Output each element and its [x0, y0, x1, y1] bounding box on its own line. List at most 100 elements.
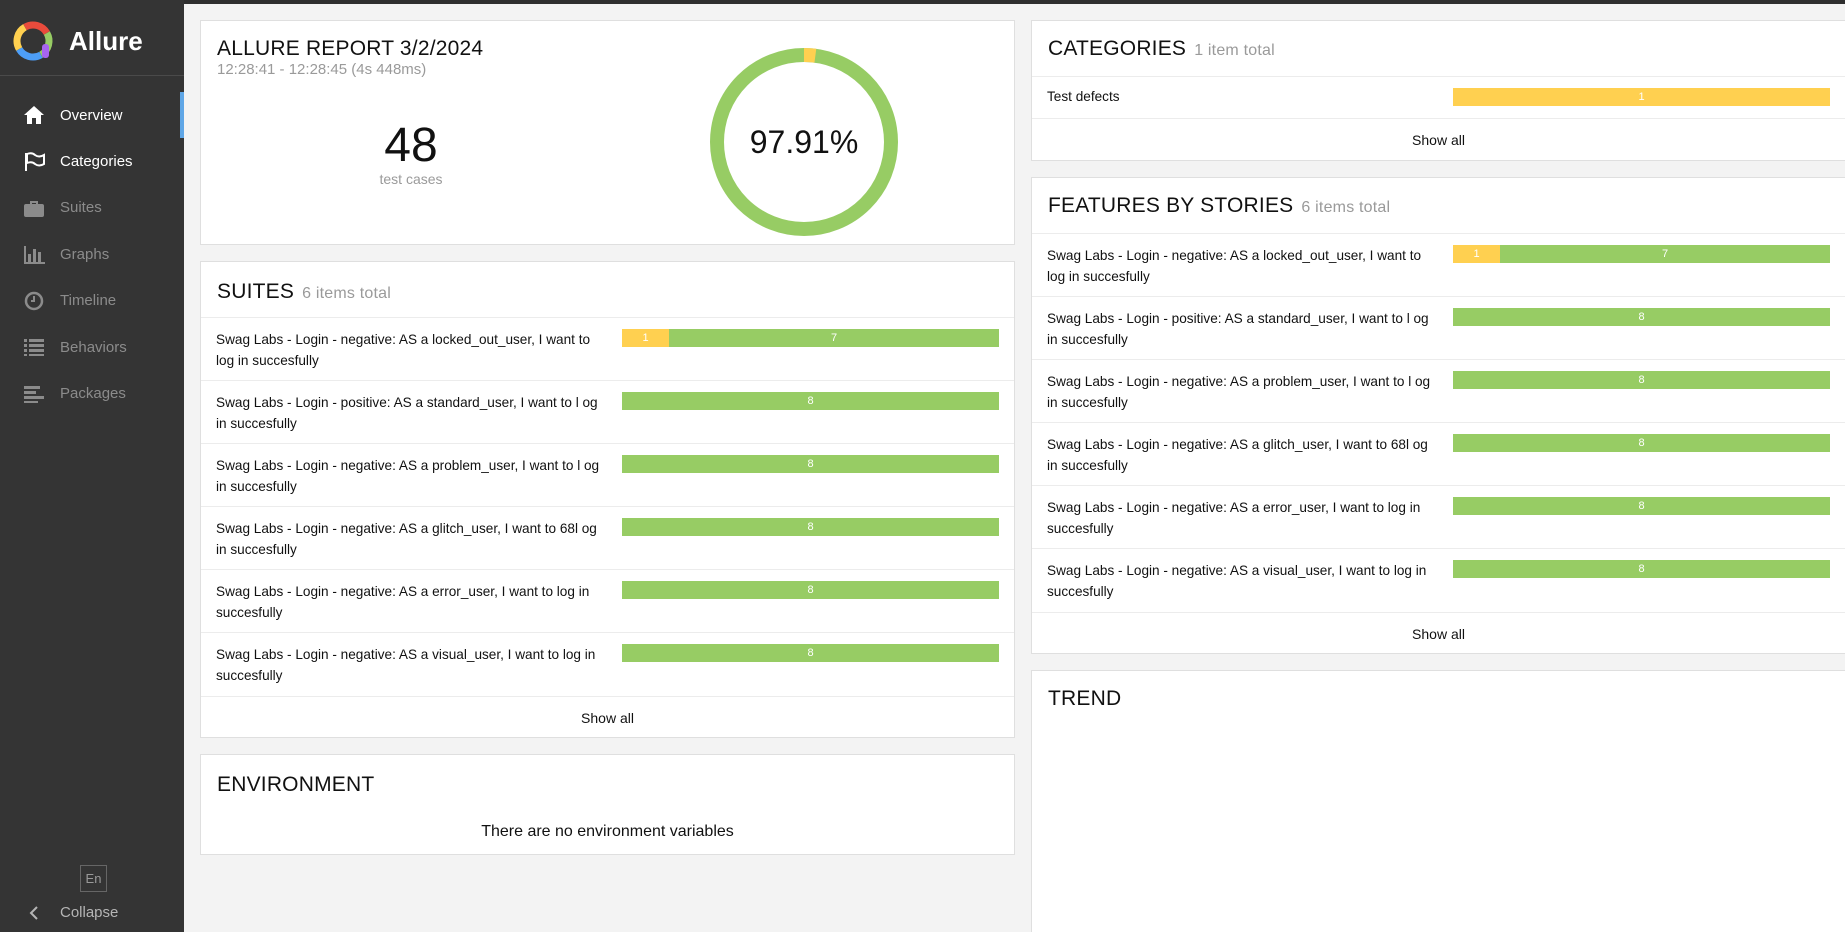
features-status-bar[interactable]: 17 — [1453, 245, 1830, 263]
passed-segment[interactable]: 8 — [1453, 434, 1830, 452]
features-status-bar[interactable]: 8 — [1453, 560, 1830, 578]
features-status-bar[interactable]: 8 — [1453, 434, 1830, 452]
sidebar-item-label: Overview — [60, 106, 123, 124]
suites-row-label: Swag Labs - Login - positive: AS a stand… — [216, 395, 598, 431]
collapse-button[interactable]: Collapse — [22, 904, 118, 921]
features-status-bar[interactable]: 8 — [1453, 497, 1830, 515]
features-row[interactable]: Swag Labs - Login - negative: AS a error… — [1032, 485, 1845, 548]
broken-segment[interactable]: 1 — [1453, 88, 1830, 106]
passed-segment[interactable]: 8 — [622, 644, 999, 662]
passed-segment[interactable]: 8 — [622, 455, 999, 473]
features-row[interactable]: Swag Labs - Login - negative: AS a glitc… — [1032, 422, 1845, 485]
suites-row[interactable]: Swag Labs - Login - positive: AS a stand… — [201, 380, 1014, 443]
features-heading: FEATURES BY STORIES — [1048, 194, 1294, 217]
sidebar-item-timeline[interactable]: Timeline — [0, 278, 184, 324]
suites-row-label: Swag Labs - Login - negative: AS a glitc… — [216, 521, 597, 557]
briefcase-icon — [22, 196, 46, 220]
features-status-bar[interactable]: 8 — [1453, 371, 1830, 389]
sidebar: Allure Overview Categories Suites Graphs — [0, 0, 184, 932]
passed-segment[interactable]: 8 — [1453, 371, 1830, 389]
sidebar-item-categories[interactable]: Categories — [0, 138, 184, 184]
features-row[interactable]: Swag Labs - Login - negative: AS a locke… — [1032, 233, 1845, 296]
sidebar-item-label: Packages — [60, 385, 126, 403]
trend-widget: TREND — [1031, 670, 1845, 932]
sidebar-item-packages[interactable]: Packages — [0, 370, 184, 416]
features-status-bar[interactable]: 8 — [1453, 308, 1830, 326]
passed-segment[interactable]: 8 — [622, 518, 999, 536]
chevron-left-icon — [22, 905, 46, 920]
broken-segment[interactable]: 1 — [1453, 245, 1501, 263]
features-show-all-button[interactable]: Show all — [1032, 612, 1845, 654]
sidebar-item-label: Timeline — [60, 292, 117, 310]
sidebar-item-graphs[interactable]: Graphs — [0, 231, 184, 277]
sidebar-item-behaviors[interactable]: Behaviors — [0, 324, 184, 370]
suites-row[interactable]: Swag Labs - Login - negative: AS a glitc… — [201, 506, 1014, 569]
sidebar-item-suites[interactable]: Suites — [0, 185, 184, 231]
summary-widget: ALLURE REPORT 3/2/2024 12:28:41 - 12:28:… — [200, 20, 1015, 245]
sidebar-item-label: Graphs — [60, 245, 110, 263]
features-row-label: Swag Labs - Login - negative: AS a glitc… — [1047, 437, 1428, 473]
environment-widget: ENVIRONMENT There are no environment var… — [200, 754, 1015, 855]
passed-segment[interactable]: 8 — [1453, 497, 1830, 515]
passed-segment[interactable]: 8 — [622, 392, 999, 410]
features-row-label: Swag Labs - Login - negative: AS a probl… — [1047, 374, 1431, 410]
broken-segment[interactable]: 1 — [622, 329, 670, 347]
suites-show-all-button[interactable]: Show all — [201, 696, 1014, 738]
features-row[interactable]: Swag Labs - Login - negative: AS a visua… — [1032, 548, 1845, 611]
suites-status-bar[interactable]: 8 — [622, 581, 999, 599]
features-title: FEATURES BY STORIES 6 items total — [1048, 194, 1390, 218]
sidebar-item-overview[interactable]: Overview — [0, 92, 184, 139]
allure-logo-icon — [13, 21, 53, 61]
suites-widget: SUITES 6 items total Swag Labs - Login -… — [200, 261, 1015, 738]
success-rate-donut[interactable]: 97.91% — [709, 47, 899, 237]
environment-empty-text: There are no environment variables — [481, 823, 734, 840]
suites-status-bar[interactable]: 8 — [622, 392, 999, 410]
passed-segment[interactable]: 8 — [622, 581, 999, 599]
categories-heading: CATEGORIES — [1048, 37, 1187, 60]
features-row-label: Swag Labs - Login - negative: AS a error… — [1047, 500, 1421, 536]
suites-count: 6 items total — [302, 285, 391, 302]
language-button[interactable]: En — [80, 865, 107, 892]
passed-segment[interactable]: 7 — [1500, 245, 1830, 263]
suites-status-bar[interactable]: 8 — [622, 455, 999, 473]
trend-title: TREND — [1048, 687, 1122, 710]
collapse-label: Collapse — [60, 904, 119, 921]
suites-row-label: Swag Labs - Login - negative: AS a locke… — [216, 332, 591, 368]
categories-count: 1 item total — [1194, 42, 1275, 59]
suites-heading: SUITES — [217, 280, 295, 303]
features-row-label: Swag Labs - Login - positive: AS a stand… — [1047, 311, 1429, 347]
test-case-count: 48 — [384, 119, 438, 172]
suites-row[interactable]: Swag Labs - Login - negative: AS a locke… — [201, 317, 1014, 380]
suites-status-bar[interactable]: 8 — [622, 518, 999, 536]
suites-row[interactable]: Swag Labs - Login - negative: AS a visua… — [201, 632, 1014, 695]
suites-row-label: Swag Labs - Login - negative: AS a probl… — [216, 458, 600, 494]
categories-status-bar[interactable]: 1 — [1453, 88, 1830, 106]
app-name: Allure — [69, 26, 143, 56]
top-border — [0, 0, 1845, 4]
features-count: 6 items total — [1301, 199, 1391, 216]
brand[interactable]: Allure — [0, 4, 184, 76]
features-row[interactable]: Swag Labs - Login - negative: AS a probl… — [1032, 359, 1845, 422]
categories-show-all-button[interactable]: Show all — [1032, 118, 1845, 160]
suites-row-label: Swag Labs - Login - negative: AS a visua… — [216, 647, 596, 683]
suites-status-bar[interactable]: 17 — [622, 329, 999, 347]
suites-row-label: Swag Labs - Login - negative: AS a error… — [216, 584, 590, 620]
sidebar-item-label: Behaviors — [60, 338, 127, 356]
clock-icon — [22, 289, 46, 313]
suites-status-bar[interactable]: 8 — [622, 644, 999, 662]
flag-icon — [22, 150, 46, 174]
suites-row[interactable]: Swag Labs - Login - negative: AS a probl… — [201, 443, 1014, 506]
list-icon — [22, 335, 46, 359]
sidebar-item-label: Suites — [60, 199, 102, 217]
suites-row[interactable]: Swag Labs - Login - negative: AS a error… — [201, 569, 1014, 632]
passed-segment[interactable]: 8 — [1453, 560, 1830, 578]
success-rate-value: 97.91% — [750, 124, 859, 160]
categories-row[interactable]: Test defects 1 — [1032, 76, 1845, 118]
environment-title: ENVIRONMENT — [217, 773, 375, 796]
passed-segment[interactable]: 8 — [1453, 308, 1830, 326]
categories-row-label: Test defects — [1047, 89, 1120, 104]
sidebar-nav: Overview Categories Suites Graphs Timeli… — [0, 92, 184, 417]
passed-segment[interactable]: 7 — [669, 329, 999, 347]
features-row[interactable]: Swag Labs - Login - positive: AS a stand… — [1032, 296, 1845, 359]
features-row-label: Swag Labs - Login - negative: AS a visua… — [1047, 563, 1427, 599]
